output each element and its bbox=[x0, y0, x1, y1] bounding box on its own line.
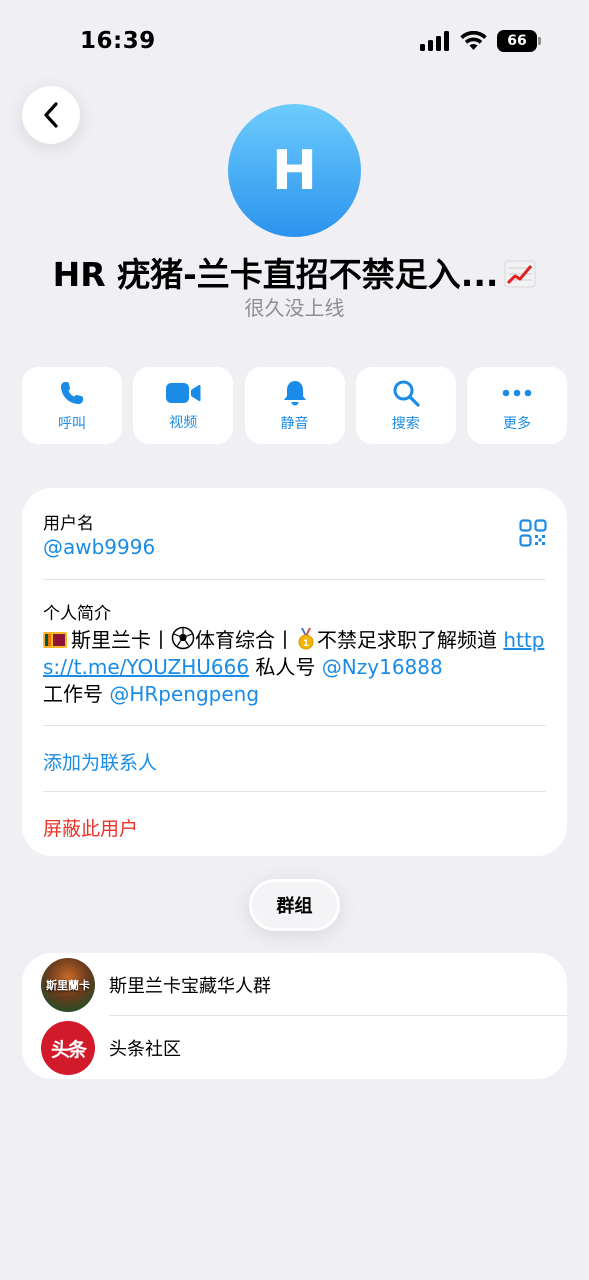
more-icon bbox=[502, 389, 532, 396]
soccer-ball-icon bbox=[171, 626, 195, 652]
bio-part: 不禁足求职了解频道 bbox=[317, 628, 504, 652]
video-button[interactable]: 视频 bbox=[133, 367, 234, 444]
profile-name: HR 疣猪-兰卡直招不禁足入... bbox=[0, 248, 589, 296]
chevron-left-icon bbox=[44, 102, 58, 128]
username-label: 用户名 bbox=[43, 514, 94, 534]
signal-icon bbox=[420, 31, 449, 51]
chart-increasing-icon bbox=[504, 257, 536, 296]
info-card: 用户名 @awb9996 个人简介 斯里兰卡丨 体育综合丨 1 不禁足求职了解频道 h… bbox=[22, 488, 567, 856]
profile-name-text: HR 疣猪-兰卡直招不禁足入... bbox=[52, 255, 499, 294]
status-bar: 16:39 66 bbox=[0, 0, 589, 86]
status-icons: 66 bbox=[420, 30, 541, 52]
mute-label: 静音 bbox=[280, 415, 309, 432]
sri-lanka-flag-icon bbox=[43, 632, 67, 648]
action-row: 呼叫 视频 静音 搜索 更多 bbox=[22, 367, 567, 444]
username-value[interactable]: @awb9996 bbox=[43, 535, 155, 559]
call-button[interactable]: 呼叫 bbox=[22, 367, 122, 444]
bio-part: 私人号 bbox=[249, 655, 322, 679]
video-icon bbox=[166, 382, 201, 403]
last-seen-status: 很久没上线 bbox=[244, 296, 345, 320]
more-button[interactable]: 更多 bbox=[467, 367, 567, 444]
divider bbox=[43, 579, 546, 580]
status-time: 16:39 bbox=[80, 28, 156, 54]
bio-text: 斯里兰卡丨 体育综合丨 1 不禁足求职了解频道 https://t.me/YOUZHU… bbox=[43, 626, 553, 708]
group-avatar-text: 斯里蘭卡 bbox=[46, 979, 90, 992]
add-contact-button[interactable]: 添加为联系人 bbox=[43, 748, 157, 775]
group-avatar-text: 头条 bbox=[50, 1038, 87, 1061]
battery-indicator: 66 bbox=[497, 30, 541, 52]
more-label: 更多 bbox=[503, 415, 531, 432]
group-name: 头条社区 bbox=[109, 1039, 181, 1060]
list-item[interactable]: 头条 头条社区 bbox=[22, 1016, 567, 1079]
group-name: 斯里兰卡宝藏华人群 bbox=[109, 976, 271, 997]
search-icon bbox=[393, 380, 420, 407]
search-label: 搜索 bbox=[391, 415, 420, 432]
phone-icon bbox=[61, 381, 83, 404]
bio-mention-private[interactable]: @Nzy16888 bbox=[322, 655, 443, 679]
group-avatar: 头条 bbox=[41, 1021, 95, 1075]
bio-label: 个人简介 bbox=[43, 604, 111, 624]
divider bbox=[43, 791, 546, 792]
search-button[interactable]: 搜索 bbox=[355, 367, 456, 444]
back-button[interactable] bbox=[22, 86, 80, 144]
wifi-icon bbox=[460, 31, 487, 50]
video-label: 视频 bbox=[169, 414, 198, 431]
list-item[interactable]: 斯里蘭卡 斯里兰卡宝藏华人群 bbox=[22, 953, 567, 1016]
groups-list: 斯里蘭卡 斯里兰卡宝藏华人群 头条 头条社区 bbox=[22, 953, 567, 1079]
bio-part: 工作号 bbox=[43, 682, 110, 706]
call-label: 呼叫 bbox=[58, 415, 86, 432]
medal-icon: 1 bbox=[297, 628, 315, 650]
bell-icon bbox=[283, 380, 306, 405]
groups-tab[interactable]: 群组 bbox=[249, 879, 340, 931]
profile-avatar[interactable]: H bbox=[228, 104, 361, 237]
mute-button[interactable]: 静音 bbox=[244, 367, 345, 444]
block-user-button[interactable]: 屏蔽此用户 bbox=[43, 814, 138, 841]
bio-part: 斯里兰卡丨 bbox=[71, 628, 171, 652]
bio-mention-work[interactable]: @HRpengpeng bbox=[109, 682, 259, 706]
divider bbox=[43, 725, 546, 726]
svg-text:1: 1 bbox=[303, 639, 309, 649]
bio-part: 体育综合丨 bbox=[195, 628, 295, 652]
qr-code-icon[interactable] bbox=[519, 519, 547, 551]
group-avatar: 斯里蘭卡 bbox=[41, 958, 95, 1012]
